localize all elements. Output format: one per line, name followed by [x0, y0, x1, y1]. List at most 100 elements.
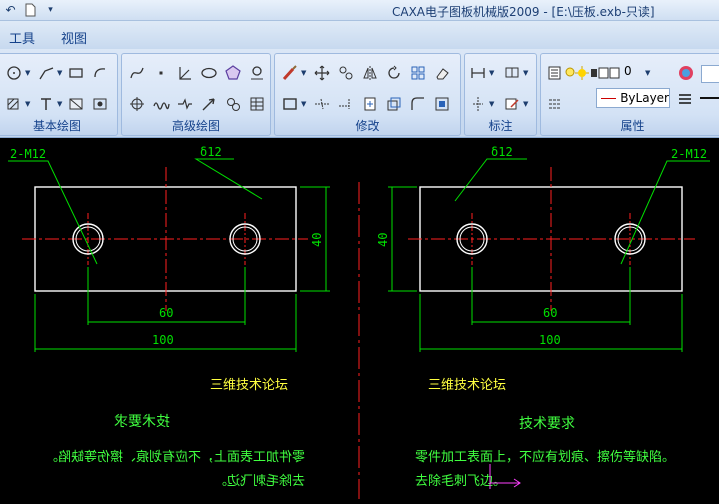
rotate-icon[interactable]	[383, 62, 405, 84]
image-icon[interactable]	[89, 93, 111, 115]
group-label-basic: 基本绘图	[32, 119, 81, 133]
dimension-icon[interactable]	[467, 62, 489, 84]
tolerance-dropdown-icon[interactable]: ▼	[523, 62, 531, 84]
text-dropdown-icon[interactable]: ▼	[57, 93, 65, 115]
undo-icon[interactable]: ↶	[2, 2, 19, 18]
wave-icon[interactable]	[150, 93, 172, 115]
hatch-dropdown-icon[interactable]: ▼	[25, 93, 33, 115]
quick-access-dropdown-icon[interactable]: ▾	[42, 2, 59, 18]
donut-icon[interactable]	[246, 62, 268, 84]
line-dropdown-icon[interactable]: ▼	[57, 62, 65, 84]
polygon-icon[interactable]	[222, 62, 244, 84]
left-view: 2-M12 δ12 40 60 100 三维技术论坛 技术要求 零件加工表面上，…	[8, 145, 330, 489]
block-icon[interactable]	[65, 93, 87, 115]
table-icon[interactable]	[246, 93, 268, 115]
mirror-icon[interactable]	[359, 62, 381, 84]
right-hole-leader	[620, 160, 710, 265]
spline-icon[interactable]	[126, 62, 148, 84]
ribbon: ▼ ▼ ▼ ▼ 基本绘图 高级绘图 ▼ ▼ 修改 ▼ ▼ ▼ ▼ 标注 0 ▼ …	[0, 49, 719, 138]
group-label-modify: 修改	[355, 119, 380, 133]
trim-icon[interactable]	[311, 93, 333, 115]
erase-icon[interactable]	[431, 62, 453, 84]
group-label-dimension: 标注	[488, 119, 513, 133]
drawing-svg: 2-M12 δ12 40 60 100 三维技术论坛 技术要求 零件加工表面上，…	[8, 145, 710, 499]
title-bar: ↶ ▾ CAXA电子图板机械版2009 - [E:\压板.exb-只读]	[0, 0, 719, 21]
drawing-canvas[interactable]: 2-M12 δ12 40 60 100 三维技术论坛 技术要求 零件加工表面上，…	[0, 139, 719, 504]
layer-dropdown-icon[interactable]: ▼	[645, 62, 653, 84]
right-dim60-text: 60	[543, 306, 557, 320]
insert-icon[interactable]	[359, 93, 381, 115]
color-swatch[interactable]	[701, 65, 719, 83]
lineweight-sample	[700, 97, 719, 99]
left-chamfer-label: δ12	[200, 145, 222, 159]
circle-dropdown-icon[interactable]: ▼	[25, 62, 33, 84]
color-wheel-icon[interactable]	[675, 62, 697, 84]
selection-icon[interactable]	[279, 93, 301, 115]
fillet-icon[interactable]	[407, 93, 429, 115]
annotation-dropdown-icon[interactable]: ▼	[523, 93, 531, 115]
copy-icon[interactable]	[335, 62, 357, 84]
hatch-icon[interactable]	[3, 93, 25, 115]
circle-icon[interactable]	[3, 62, 25, 84]
tolerance-icon[interactable]	[501, 62, 523, 84]
layer-manager-icon[interactable]	[544, 62, 566, 84]
layer-state-icons[interactable]	[565, 62, 621, 84]
group-label-advanced: 高级绘图	[171, 119, 220, 133]
right-dim100-text: 100	[539, 333, 561, 347]
menu-bar: 工具 视图	[0, 21, 719, 49]
right-req-line1: 零件加工表面上，不应有划痕、擦伤等缺陷。	[415, 449, 675, 465]
annotation-icon[interactable]	[501, 93, 523, 115]
left-dim100-text: 100	[152, 333, 174, 347]
center-mark-icon[interactable]	[126, 93, 148, 115]
group-modify: ▼ ▼ 修改	[274, 53, 461, 136]
explode-icon[interactable]	[431, 93, 453, 115]
left-chamfer-leader	[194, 158, 263, 200]
coordinate-icon[interactable]	[174, 62, 196, 84]
menu-tools[interactable]: 工具	[9, 28, 35, 47]
dimension-dropdown-icon[interactable]: ▼	[489, 62, 497, 84]
window-title: CAXA电子图板机械版2009 - [E:\压板.exb-只读]	[392, 5, 655, 19]
menu-view[interactable]: 视图	[61, 28, 87, 47]
arc-icon[interactable]	[89, 62, 111, 84]
array-icon[interactable]	[407, 62, 429, 84]
rectangle-icon[interactable]	[65, 62, 87, 84]
scale-icon[interactable]	[383, 93, 405, 115]
quick-access-toolbar: ↶ ▾	[2, 2, 59, 18]
right-forum-text: 三维技术论坛	[428, 378, 506, 393]
brush-dropdown-icon[interactable]: ▼	[301, 62, 309, 84]
right-req-title: 技术要求	[519, 416, 575, 432]
right-dim40-text: 40	[376, 233, 390, 247]
left-req-title: 技术要求	[114, 414, 170, 430]
line-icon[interactable]	[35, 62, 57, 84]
left-forum-text: 三维技术论坛	[210, 378, 288, 393]
current-layer[interactable]: 0	[624, 64, 632, 78]
datum-icon[interactable]	[467, 93, 489, 115]
left-hole-label: 2-M12	[10, 147, 46, 161]
right-req-line2: 去除毛刺飞边。	[415, 474, 506, 489]
ellipse-icon[interactable]	[198, 62, 220, 84]
left-dim40-text: 40	[310, 233, 324, 247]
arrow-icon[interactable]	[198, 93, 220, 115]
selection-dropdown-icon[interactable]: ▼	[301, 93, 309, 115]
left-requirements-mirrored: 技术要求 零件加工表面上，不应有划痕、擦伤等缺陷。 去除毛刺飞边。	[45, 414, 305, 489]
linetype-icon[interactable]	[544, 93, 566, 115]
right-hole-label: 2-M12	[671, 147, 707, 161]
linetype-select[interactable]: ByLayer	[596, 88, 670, 108]
linetype-sample	[601, 97, 617, 99]
right-chamfer-leader	[454, 158, 527, 202]
group-basic-drawing: ▼ ▼ ▼ ▼ 基本绘图	[0, 53, 118, 136]
brush-icon[interactable]	[279, 62, 301, 84]
gear-icon[interactable]	[222, 93, 244, 115]
datum-dropdown-icon[interactable]: ▼	[489, 93, 497, 115]
move-icon[interactable]	[311, 62, 333, 84]
left-req-line1: 零件加工表面上，不应有划痕、擦伤等缺陷。	[45, 449, 305, 465]
extend-icon[interactable]	[335, 93, 357, 115]
lineweight-icon[interactable]	[674, 88, 696, 110]
text-icon[interactable]	[35, 93, 57, 115]
document-icon[interactable]	[22, 2, 39, 18]
group-label-properties: 属性	[620, 119, 645, 133]
group-dimension: ▼ ▼ ▼ ▼ 标注	[464, 53, 537, 136]
point-icon[interactable]	[150, 62, 172, 84]
left-req-line2: 去除毛刺飞边。	[214, 474, 305, 489]
break-line-icon[interactable]	[174, 93, 196, 115]
